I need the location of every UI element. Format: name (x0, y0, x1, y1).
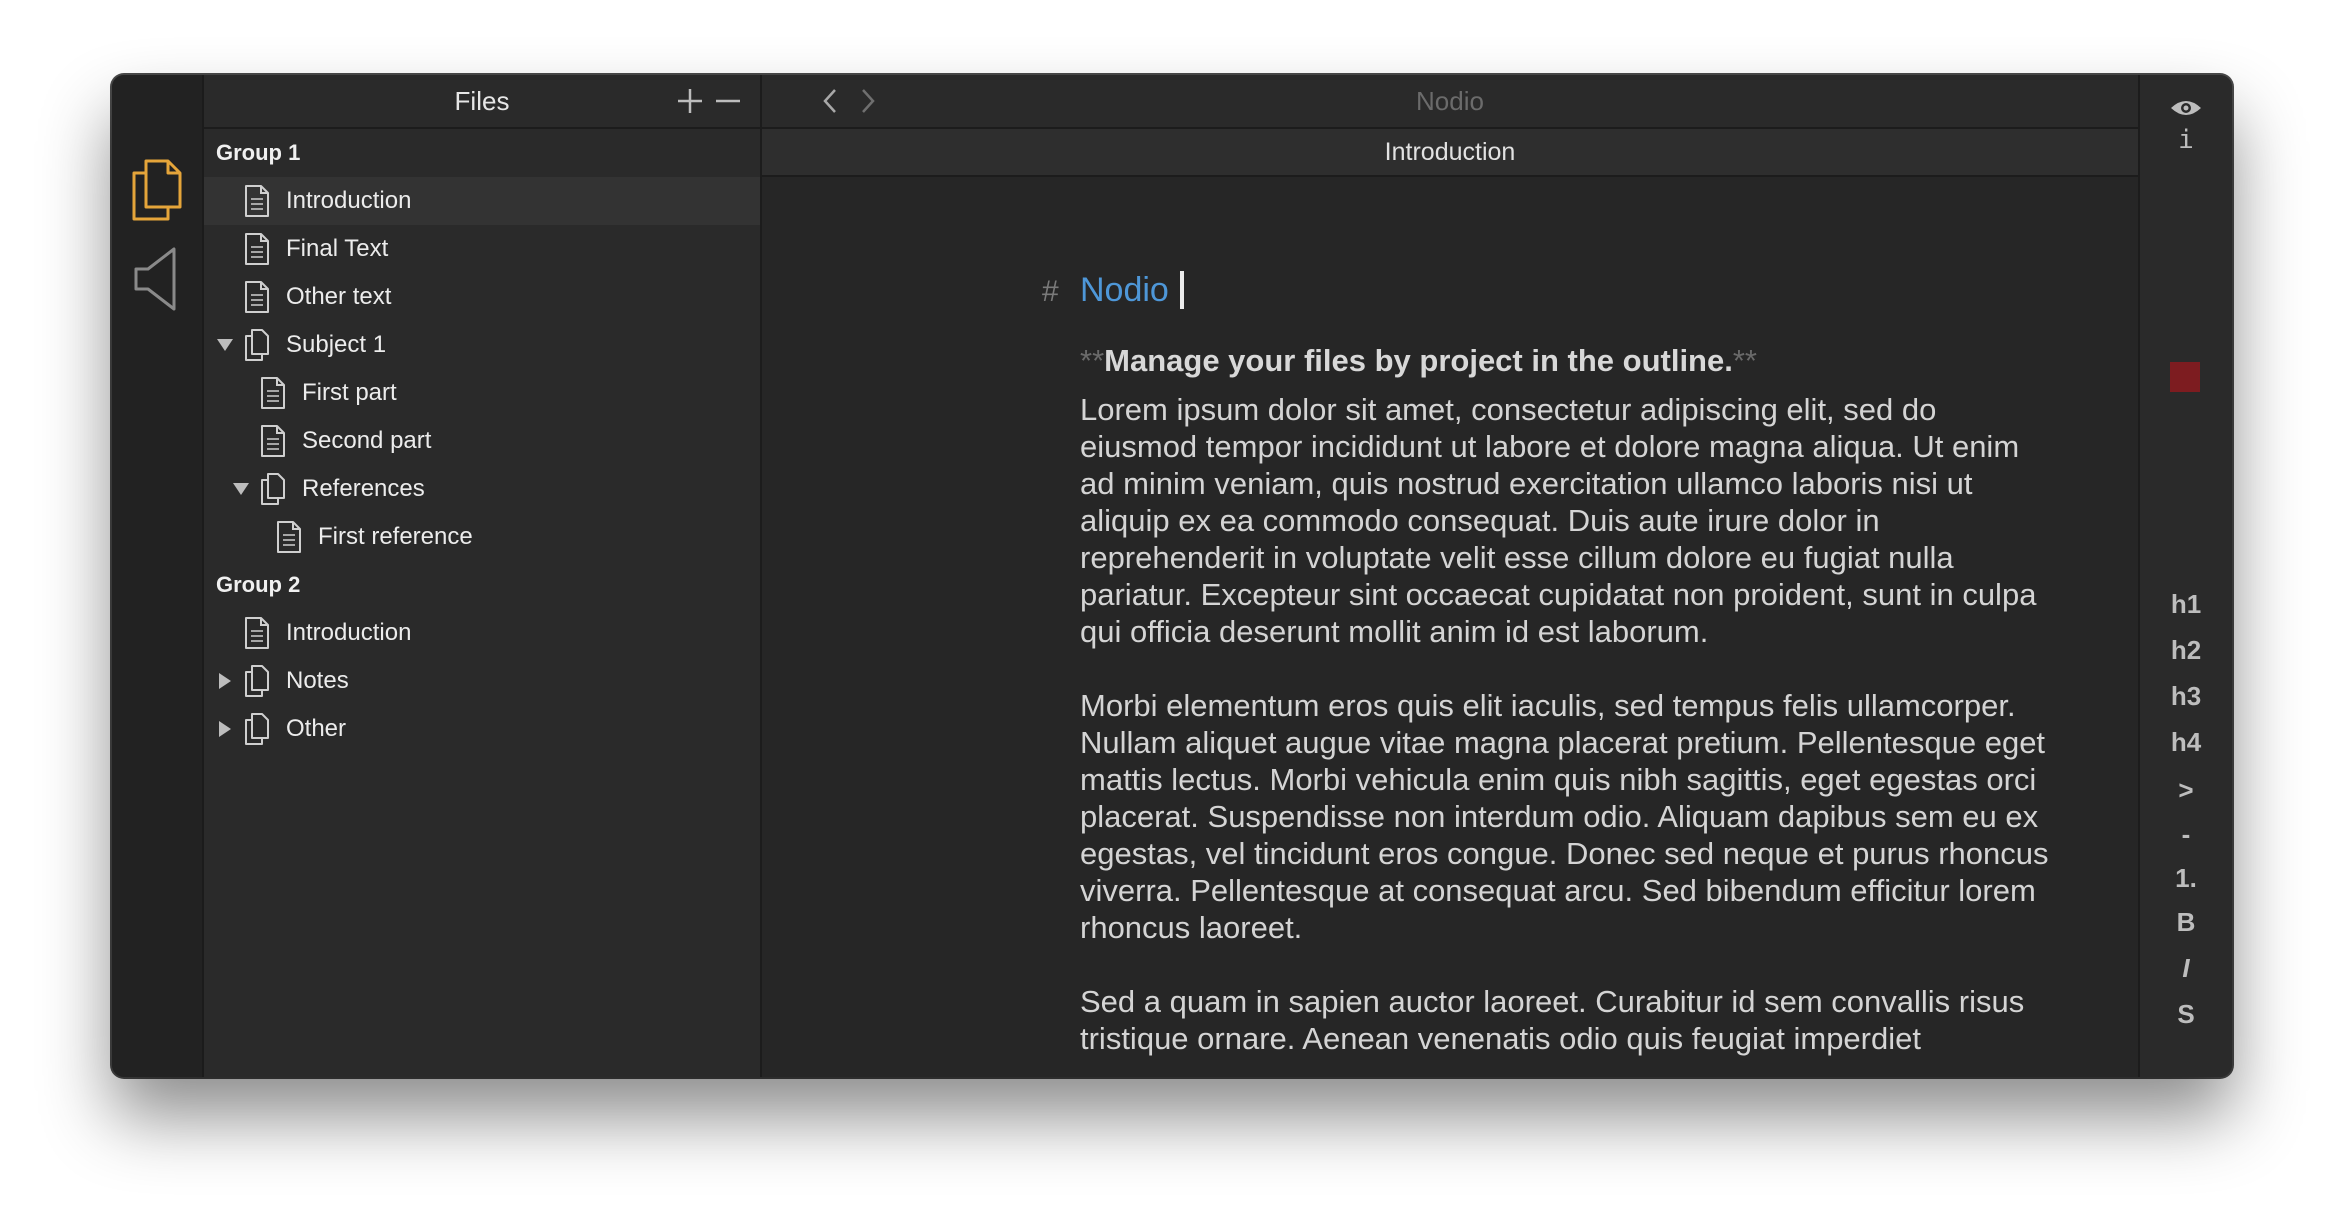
bold-marker-close: ** (1732, 343, 1757, 378)
document-icon (244, 232, 270, 266)
tree-file[interactable]: Introduction (204, 177, 760, 225)
tree-item-label: Subject 1 (286, 331, 387, 358)
document-icon (244, 616, 270, 650)
disclosure-collapsed-icon[interactable] (214, 718, 236, 740)
tree-item-label: Introduction (286, 187, 412, 214)
tree-file[interactable]: Other text (204, 273, 760, 321)
tree-file[interactable]: First reference (204, 513, 760, 561)
tree-file[interactable]: Introduction (204, 609, 760, 657)
tree-item-label: Group 1 (216, 140, 301, 165)
disclosure-expanded-icon[interactable] (214, 334, 236, 356)
tree-item-label: Notes (286, 667, 349, 694)
editor-pane: Nodio Introduction # Nodio **Manage your… (762, 75, 2138, 1077)
format-button[interactable]: B (2140, 907, 2232, 938)
back-button[interactable] (814, 85, 846, 117)
file-tree: Group 1 Introduction Final Text Other text S… (204, 129, 760, 753)
disclosure-collapsed-icon[interactable] (214, 670, 236, 692)
tree-folder[interactable]: Other (204, 705, 760, 753)
document-icon (244, 280, 270, 314)
format-button[interactable]: - (2140, 819, 2232, 850)
format-button[interactable]: h2 (2140, 635, 2232, 666)
sidebar-header: Files (204, 75, 760, 129)
file-sidebar: Files Group 1 Introduction Final Text Other… (204, 75, 762, 1077)
heading-marker: # (1042, 275, 1059, 308)
folder-document-icon (244, 664, 270, 698)
folder-document-icon (260, 472, 286, 506)
color-swatch[interactable] (2170, 362, 2200, 392)
document-heading: Nodio (1080, 271, 1169, 309)
bold-paragraph: **Manage your files by project in the ou… (1080, 343, 1757, 379)
tree-group-header[interactable]: Group 2 (204, 561, 760, 609)
text-cursor (1180, 271, 1184, 309)
paragraph-2: Morbi elementum eros quis elit iaculis, … (1080, 688, 2049, 945)
tree-item-label: Other text (286, 283, 392, 310)
tree-item-label: References (302, 475, 425, 502)
eye-icon (2171, 101, 2201, 115)
document-icon (276, 520, 302, 554)
tree-item-label: Second part (302, 427, 432, 454)
tree-item-label: Introduction (286, 619, 412, 646)
files-mode-button[interactable] (128, 153, 186, 223)
format-button[interactable]: S (2140, 999, 2232, 1030)
remove-file-button[interactable] (710, 83, 746, 119)
speaker-icon (134, 247, 176, 311)
plus-icon (678, 89, 702, 113)
tree-file[interactable]: Second part (204, 417, 760, 465)
format-button[interactable]: 1. (2140, 863, 2232, 894)
tree-item-label: Final Text (286, 235, 389, 262)
tree-item-label: Group 2 (216, 572, 301, 597)
info-button[interactable]: i (2140, 125, 2232, 155)
tree-file[interactable]: First part (204, 369, 760, 417)
tree-file[interactable]: Final Text (204, 225, 760, 273)
audio-mode-button[interactable] (128, 243, 186, 313)
bold-text: Manage your files by project in the outl… (1104, 343, 1733, 378)
tree-item-label: First reference (318, 523, 473, 550)
tree-folder[interactable]: References (204, 465, 760, 513)
document-title-bar: Introduction (762, 129, 2138, 177)
mode-rail (112, 75, 204, 1077)
tree-item-label: Other (286, 715, 347, 742)
format-button[interactable]: h3 (2140, 681, 2232, 712)
format-rail: i h1 h2 h3 h4 > - 1. B I S (2138, 75, 2232, 1077)
preview-button[interactable] (2140, 95, 2232, 126)
format-button[interactable]: > (2140, 775, 2232, 806)
document-icon (260, 376, 286, 410)
tree-group-header[interactable]: Group 1 (204, 129, 760, 177)
document-title: Introduction (1384, 138, 1516, 166)
add-file-button[interactable] (672, 83, 708, 119)
format-button[interactable]: I (2140, 953, 2232, 984)
tree-folder[interactable]: Notes (204, 657, 760, 705)
files-icon (132, 159, 182, 221)
title-bar: Nodio (762, 75, 2138, 129)
forward-button[interactable] (852, 85, 884, 117)
app-title: Nodio (1416, 86, 1484, 116)
disclosure-expanded-icon[interactable] (230, 478, 252, 500)
paragraph-1: Lorem ipsum dolor sit amet, consectetur … (1080, 392, 2037, 649)
markdown-editor[interactable]: # Nodio **Manage your files by project i… (762, 177, 2138, 1077)
folder-document-icon (244, 712, 270, 746)
bold-marker-open: ** (1080, 343, 1105, 378)
document-icon (260, 424, 286, 458)
tree-item-label: First part (302, 379, 397, 406)
chevron-right-icon (862, 89, 875, 113)
document-icon (244, 184, 270, 218)
paragraph-3: Sed a quam in sapien auctor laoreet. Cur… (1080, 984, 2025, 1056)
chevron-left-icon (823, 89, 836, 113)
tree-folder[interactable]: Subject 1 (204, 321, 760, 369)
folder-document-icon (244, 328, 270, 362)
format-button[interactable]: h4 (2140, 727, 2232, 758)
app-window: Files Group 1 Introduction Final Text Other… (112, 75, 2232, 1077)
minus-icon (716, 99, 740, 103)
format-button[interactable]: h1 (2140, 589, 2232, 620)
